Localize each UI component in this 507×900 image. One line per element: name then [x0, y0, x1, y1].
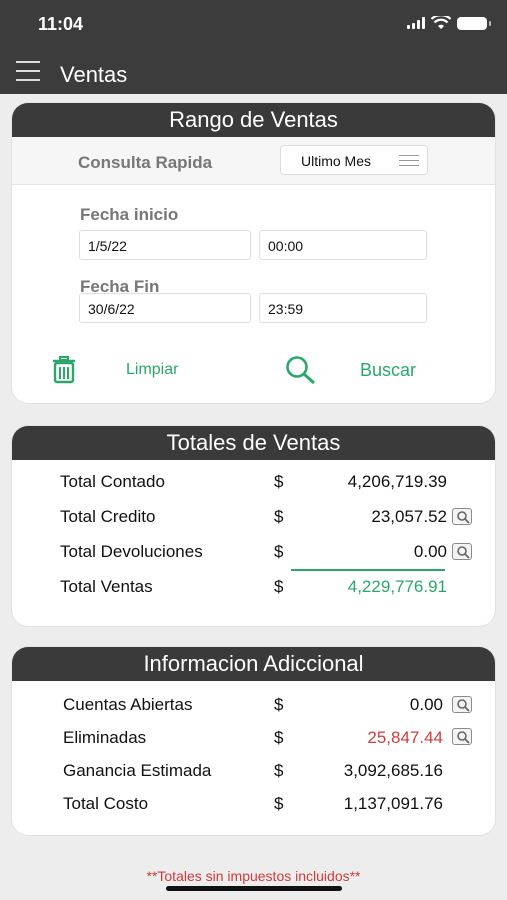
row-amount: 23,057.52: [371, 507, 447, 526]
total-divider: [291, 569, 445, 571]
currency-symbol: $: [274, 794, 284, 813]
start-time-input[interactable]: 00:00: [259, 230, 427, 260]
row-label: Cuentas Abiertas: [63, 695, 193, 714]
currency-symbol: $: [274, 728, 284, 747]
end-time-input[interactable]: 23:59: [259, 293, 427, 323]
status-bar: 11:04: [0, 0, 507, 50]
search-button[interactable]: Buscar: [360, 360, 416, 381]
row-amount: 1,137,091.76: [343, 794, 443, 813]
page-title: Ventas: [60, 62, 128, 87]
magnifier-icon[interactable]: [452, 508, 472, 525]
search-icon[interactable]: [285, 355, 317, 385]
table-row: Eliminadas $ 25,847.44: [12, 724, 495, 754]
rango-header: Rango de Ventas: [12, 103, 495, 137]
tax-note: **Totales sin impuestos incluidos**: [146, 868, 361, 884]
row-amount: 0.00: [409, 695, 443, 714]
row-label: Eliminadas: [63, 728, 147, 747]
row-label: Total Devoluciones: [60, 542, 203, 561]
row-label: Total Costo: [63, 794, 149, 813]
row-amount: 4,229,776.91: [347, 577, 447, 596]
row-label: Total Credito: [60, 507, 156, 526]
currency-symbol: $: [274, 542, 284, 561]
clear-button[interactable]: Limpiar: [126, 361, 178, 379]
table-row: Total Contado $ 4,206,719.39: [12, 468, 495, 498]
row-amount: 25,847.44: [367, 728, 443, 747]
info-card: Informacion Adiccional Cuentas Abiertas …: [12, 647, 495, 835]
table-row: Ganancia Estimada $ 3,092,685.16: [12, 757, 495, 787]
menu-icon[interactable]: [16, 61, 40, 81]
totales-card: Totales de Ventas Total Contado $ 4,206,…: [12, 426, 495, 626]
nav-bar: Ventas: [0, 50, 507, 94]
currency-symbol: $: [274, 472, 284, 491]
magnifier-icon[interactable]: [452, 543, 472, 560]
quick-query-value: Ultimo Mes: [301, 153, 372, 169]
row-label: Ganancia Estimada: [63, 761, 212, 780]
table-row: Total Ventas $ 4,229,776.91: [12, 573, 495, 603]
rango-card: Rango de Ventas Consulta Rapida Ultimo M…: [12, 103, 495, 403]
currency-symbol: $: [274, 507, 284, 526]
list-icon: [399, 155, 419, 170]
start-date-label: Fecha inicio: [80, 205, 179, 224]
table-row: Cuentas Abiertas $ 0.00: [12, 691, 495, 721]
currency-symbol: $: [274, 577, 284, 596]
wifi-icon: [431, 16, 451, 29]
row-amount: 0.00: [413, 542, 447, 561]
totales-header: Totales de Ventas: [12, 426, 495, 460]
signal-icon: [407, 17, 425, 29]
quick-query-row: Consulta Rapida Ultimo Mes: [12, 137, 495, 185]
currency-symbol: $: [274, 695, 284, 714]
row-amount: 4,206,719.39: [347, 472, 447, 491]
trash-icon[interactable]: [52, 356, 76, 384]
magnifier-icon[interactable]: [452, 696, 472, 713]
table-row: Total Credito $ 23,057.52: [12, 503, 495, 533]
start-date-input[interactable]: 1/5/22: [79, 230, 251, 260]
row-label: Total Contado: [60, 472, 165, 491]
battery-icon: [457, 16, 491, 30]
quick-query-select[interactable]: Ultimo Mes: [280, 145, 428, 175]
table-row: Total Costo $ 1,137,091.76: [12, 790, 495, 820]
status-time: 11:04: [38, 14, 84, 34]
magnifier-icon[interactable]: [452, 728, 472, 745]
table-row: Total Devoluciones $ 0.00: [12, 538, 495, 568]
quick-query-label: Consulta Rapida: [78, 153, 213, 172]
row-amount: 3,092,685.16: [343, 761, 443, 780]
row-label: Total Ventas: [60, 577, 153, 596]
status-icons: [407, 16, 491, 30]
home-indicator[interactable]: [166, 886, 342, 891]
end-date-input[interactable]: 30/6/22: [79, 293, 251, 323]
info-header: Informacion Adiccional: [12, 647, 495, 681]
currency-symbol: $: [274, 761, 284, 780]
